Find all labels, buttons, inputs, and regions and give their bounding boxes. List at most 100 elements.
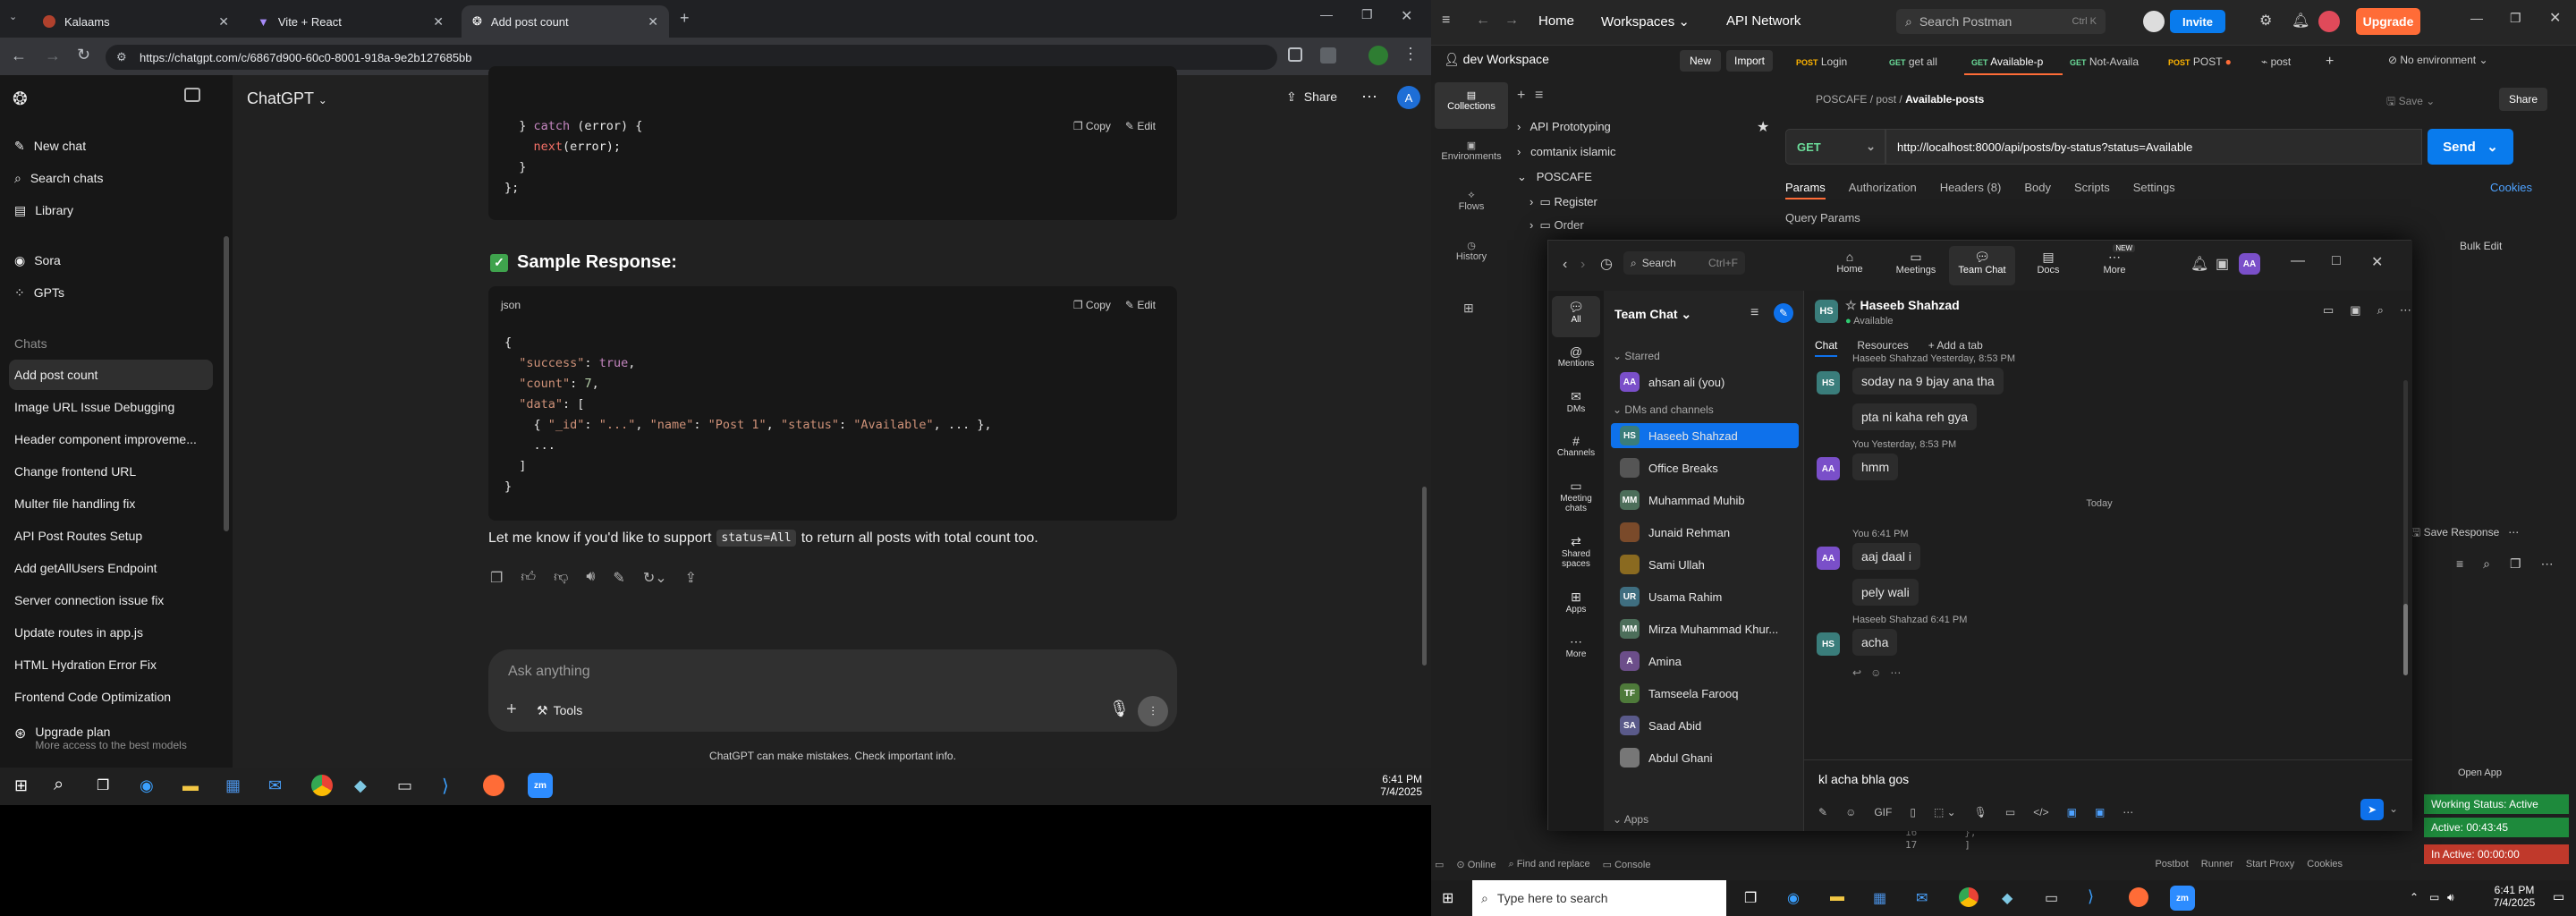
- tree-item[interactable]: › API Prototyping: [1517, 120, 1611, 133]
- screenshot-icon[interactable]: ⬚ ⌄: [1934, 806, 1956, 818]
- postman-search[interactable]: ⌕ Search Postman Ctrl K: [1896, 9, 2106, 34]
- windows-start-icon[interactable]: ⊞: [1442, 889, 1453, 907]
- nav-more[interactable]: ⋯ More NEW: [2081, 244, 2148, 285]
- filter-icon[interactable]: ≡: [1535, 88, 1543, 104]
- reload-icon[interactable]: ↻: [77, 46, 90, 64]
- taskbar-search[interactable]: ⌕ Type here to search: [1472, 880, 1726, 916]
- rail-all[interactable]: 💬︎ All: [1552, 296, 1600, 337]
- nav-team-chat[interactable]: 💬︎ Team Chat: [1949, 246, 2015, 285]
- dm-item[interactable]: SA Saad Abid: [1611, 713, 1799, 738]
- back-icon[interactable]: ←: [1476, 13, 1490, 29]
- app-icon[interactable]: ▣: [2095, 806, 2105, 818]
- dm-item[interactable]: A Amina: [1611, 649, 1799, 674]
- request-tab-active[interactable]: GET Available-p: [1964, 50, 2063, 75]
- windows-start-icon[interactable]: ⊞: [14, 776, 28, 795]
- rail-shared-spaces[interactable]: ⇄ Shared spaces: [1552, 530, 1600, 582]
- chat-history-item[interactable]: Add getAllUsers Endpoint: [9, 553, 213, 583]
- more-icon[interactable]: ⋯: [2541, 556, 2554, 572]
- maximize-icon[interactable]: ❐: [1361, 7, 1373, 22]
- find-replace[interactable]: ⌕ Find and replace: [1508, 859, 1589, 877]
- chat-history-item[interactable]: Image URL Issue Debugging: [9, 392, 213, 422]
- tree-item[interactable]: › ▭ Register: [1530, 195, 1597, 209]
- star-icon[interactable]: ☆: [1845, 298, 1857, 312]
- task-view-icon[interactable]: ❐: [97, 776, 109, 794]
- request-tab[interactable]: GET Not-Availa: [2063, 50, 2161, 75]
- user-avatar[interactable]: AA: [2239, 253, 2260, 275]
- add-collection-icon[interactable]: +: [1517, 88, 1525, 104]
- request-tab[interactable]: ⌁ post: [2254, 50, 2317, 75]
- user-avatar[interactable]: A: [1397, 86, 1420, 109]
- nav-api-network[interactable]: API Network: [1726, 13, 1801, 29]
- model-selector[interactable]: ChatGPT ⌄: [247, 89, 327, 108]
- more-icon[interactable]: ⋯: [2123, 806, 2133, 818]
- copy-icon[interactable]: ❐: [490, 569, 503, 587]
- minimize-icon[interactable]: —: [2470, 11, 2483, 25]
- tab-body[interactable]: Body: [2024, 181, 2051, 199]
- vscode-icon[interactable]: ⟩: [442, 775, 449, 797]
- gif-button[interactable]: GIF: [1874, 806, 1892, 818]
- gpts-button[interactable]: ⁘ GPTs: [9, 277, 213, 308]
- forward-icon[interactable]: ›: [1580, 257, 1585, 273]
- collaborator-avatar[interactable]: [2143, 11, 2165, 32]
- request-tab[interactable]: POST Login: [1789, 50, 1882, 75]
- nav-meetings[interactable]: ▭ Meetings: [1883, 246, 1949, 285]
- back-icon[interactable]: ←: [11, 47, 27, 65]
- copy-icon[interactable]: ❐: [2510, 556, 2521, 572]
- tools-button[interactable]: ⚒ Tools: [537, 703, 582, 718]
- start-proxy[interactable]: Start Proxy: [2246, 859, 2294, 877]
- postman-icon[interactable]: [483, 775, 504, 796]
- regenerate-icon[interactable]: ↻⌄: [643, 569, 667, 587]
- terminal-icon[interactable]: ▭: [2045, 889, 2058, 907]
- message-bubble[interactable]: pta ni kaha reh gya: [1852, 403, 1978, 430]
- bulk-edit-button[interactable]: Bulk Edit: [2460, 240, 2502, 252]
- library-button[interactable]: ▤ Library: [9, 195, 213, 225]
- zoom-icon[interactable]: zm: [528, 773, 553, 798]
- scrollbar-thumb[interactable]: [2403, 604, 2408, 675]
- thumbs-up-icon[interactable]: 👍︎: [521, 569, 536, 587]
- tree-item[interactable]: › comtanix islamic: [1517, 145, 1616, 158]
- tab-authorization[interactable]: Authorization: [1849, 181, 1917, 199]
- maximize-icon[interactable]: ❐: [2510, 11, 2521, 26]
- method-select[interactable]: GET ⌄: [1785, 129, 1885, 165]
- new-button[interactable]: New: [1680, 50, 1721, 72]
- tab-settings[interactable]: Settings: [2133, 181, 2175, 199]
- app-icon[interactable]: ◆: [354, 776, 367, 795]
- close-tab-icon[interactable]: ✕: [218, 14, 229, 30]
- minimize-icon[interactable]: —: [1320, 7, 1333, 21]
- sora-button[interactable]: ◉ Sora: [9, 245, 213, 276]
- close-window-icon[interactable]: ✕: [1401, 7, 1412, 25]
- store-icon[interactable]: ▦: [1873, 889, 1886, 907]
- dms-heading[interactable]: ⌄ DMs and channels: [1613, 403, 1714, 416]
- store-icon[interactable]: ▦: [225, 776, 241, 795]
- copy-button[interactable]: ❐ Copy: [1073, 120, 1111, 132]
- new-tab-icon[interactable]: +: [2317, 50, 2343, 75]
- runner[interactable]: Runner: [2201, 859, 2233, 877]
- share-button[interactable]: Share: [2499, 88, 2547, 111]
- close-icon[interactable]: ✕: [2371, 253, 2383, 271]
- postman-icon[interactable]: [2129, 887, 2148, 907]
- format-icon[interactable]: ✎: [1818, 806, 1827, 818]
- tab-vite-react[interactable]: ▼ Vite + React ✕: [247, 5, 454, 38]
- message-bubble[interactable]: acha: [1852, 629, 1898, 656]
- starred-item[interactable]: AA ahsan ali (you): [1611, 369, 1799, 394]
- search-icon[interactable]: ⌕: [2377, 303, 2384, 318]
- notification-center-icon[interactable]: ▭: [2553, 889, 2564, 904]
- dm-item[interactable]: Office Breaks: [1611, 455, 1799, 480]
- chat-history-item[interactable]: Add post count: [9, 360, 213, 390]
- tab-add-post-count[interactable]: ❂ Add post count ✕: [462, 5, 669, 38]
- edit-canvas-icon[interactable]: ✎: [613, 569, 624, 587]
- chat-history-item[interactable]: Frontend Code Optimization: [9, 682, 213, 712]
- rail-meeting-chats[interactable]: ▭ Meeting chats: [1552, 475, 1600, 527]
- cookies[interactable]: Cookies: [2307, 859, 2343, 877]
- tab-headers[interactable]: Headers (8): [1940, 181, 2002, 199]
- tab-kalaams[interactable]: Kalaams ✕: [32, 5, 240, 38]
- composer-input[interactable]: Ask anything: [508, 664, 590, 680]
- search-icon[interactable]: ⌕: [54, 775, 64, 795]
- starred-heading[interactable]: ⌄ Starred: [1613, 350, 1660, 362]
- message-bubble[interactable]: pely wali: [1852, 579, 1919, 606]
- zoom-search[interactable]: ⌕ Search Ctrl+F: [1623, 251, 1745, 275]
- settings-icon[interactable]: ⚙: [2259, 12, 2272, 30]
- chat-history-item[interactable]: Multer file handling fix: [9, 488, 213, 519]
- microphone-icon[interactable]: 🎙︎: [1109, 700, 1130, 718]
- chat-history-item[interactable]: Update routes in app.js: [9, 617, 213, 648]
